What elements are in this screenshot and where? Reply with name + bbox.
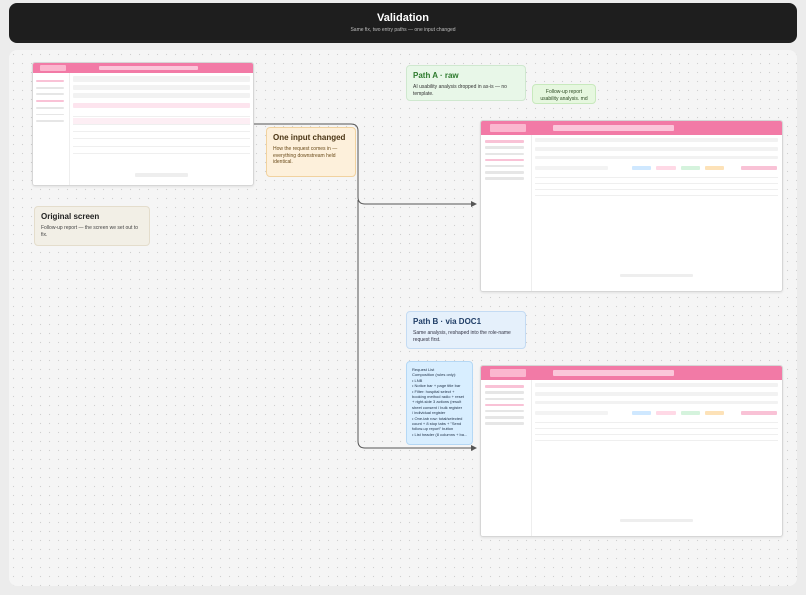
path-a-screenshot (480, 120, 783, 292)
followup-doc-node: Follow-up report usability analysis. md (532, 84, 596, 104)
followup-doc-line2: usability analysis. md (540, 95, 588, 102)
original-screen-title: Original screen (41, 212, 100, 221)
original-screen-body: Follow-up report — the screen we set out… (41, 225, 138, 238)
path-a-title: Path A · raw (413, 71, 459, 80)
page-title: Validation (377, 12, 429, 24)
original-screen-node: Original screen Follow-up report — the s… (34, 206, 150, 246)
page-subtitle: Same fix, two entry paths — one input ch… (350, 27, 456, 33)
path-a-node: Path A · raw AI usability analysis dropp… (406, 65, 526, 101)
request-list-line: • Notice bar + page title bar (412, 383, 461, 389)
path-b-body: Same analysis, reshaped into the role-na… (413, 330, 511, 343)
one-input-node: One input changed How the request comes … (266, 127, 356, 177)
request-list-line: + right-side 3 actions (result (412, 399, 462, 405)
path-b-node: Path B · via DOC1 Same analysis, reshape… (406, 311, 526, 349)
title-bar: Validation Same fix, two entry paths — o… (9, 3, 797, 43)
path-b-title: Path B · via DOC1 (413, 317, 482, 326)
request-list-node: Request List Composition (rules only): • L… (406, 361, 473, 445)
original-screen-screenshot (32, 62, 254, 186)
followup-doc-line1: Follow-up report (545, 89, 583, 95)
one-input-body: How the request comes in — everything do… (273, 146, 338, 166)
request-list-line: • List header (8 columns + ba... (412, 431, 468, 437)
path-a-body: AI usability analysis dropped in as-is —… (413, 84, 507, 97)
one-input-title: One input changed (273, 133, 346, 142)
path-b-screenshot (480, 365, 783, 537)
